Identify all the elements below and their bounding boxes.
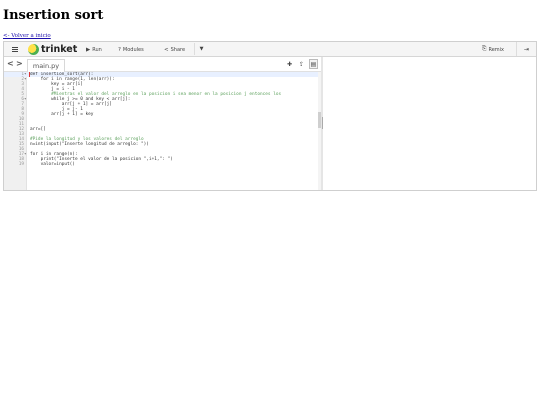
next-tab-icon[interactable]: > <box>16 59 23 68</box>
brand-name: trinket <box>41 44 78 55</box>
remix-button[interactable]: ⎘ Remix <box>482 44 504 55</box>
editor-tabbar: < > main.py ✚ ⇪ ▤ <box>4 57 322 72</box>
upload-icon[interactable]: ⇪ <box>297 59 306 69</box>
share-icon: < <box>164 46 169 53</box>
run-button[interactable]: ▶ Run <box>86 44 102 55</box>
trinket-logo[interactable]: trinket <box>28 43 77 56</box>
file-view-icon[interactable]: ▤ <box>309 59 318 69</box>
file-actions: ✚ ⇪ ▤ <box>285 59 318 69</box>
chevron-down-icon: ▼ <box>199 46 204 52</box>
hamburger-icon <box>12 46 18 52</box>
login-button[interactable]: ⇥ <box>516 42 536 56</box>
trinket-logo-icon <box>28 44 39 55</box>
code-lines: 1 ▾ def insertion_sort(arr): 2 ▾ for i in ra… <box>4 72 322 167</box>
code-editor[interactable]: 1 ▾ def insertion_sort(arr): 2 ▾ for i in ra… <box>4 72 322 190</box>
play-icon: ▶ <box>86 46 91 53</box>
code-text: valor=input() <box>30 162 75 167</box>
run-label: Run <box>92 46 102 53</box>
back-link[interactable]: <- Volver a inicio <box>3 33 51 39</box>
code-line[interactable]: 19 valor=input() <box>4 162 322 167</box>
line-number: 19 <box>18 162 24 167</box>
remix-label: Remix <box>488 46 504 53</box>
modules-label: Modules <box>122 46 144 53</box>
add-file-icon[interactable]: ✚ <box>285 59 294 69</box>
modules-button[interactable]: ? Modules <box>118 44 144 55</box>
trinket-embed: trinket ▶ Run ? Modules < Share ▼ ⎘ Remi… <box>3 41 537 191</box>
menu-button[interactable] <box>7 42 23 56</box>
question-icon: ? <box>118 46 121 53</box>
editor-pane: < > main.py ✚ ⇪ ▤ 1 ▾ def insertion_sort(a… <box>4 57 323 190</box>
output-pane[interactable] <box>323 57 536 190</box>
remix-icon: ⎘ <box>482 46 487 52</box>
file-tab-main[interactable]: main.py <box>27 59 65 72</box>
prev-tab-icon[interactable]: < <box>7 59 14 68</box>
trinket-toolbar: trinket ▶ Run ? Modules < Share ▼ ⎘ Remi… <box>4 42 536 57</box>
page-title: Insertion sort <box>3 8 104 23</box>
share-label: Share <box>170 46 186 53</box>
more-options-button[interactable]: ▼ <box>194 43 208 55</box>
login-icon: ⇥ <box>523 45 530 53</box>
share-button[interactable]: < Share <box>164 44 185 55</box>
